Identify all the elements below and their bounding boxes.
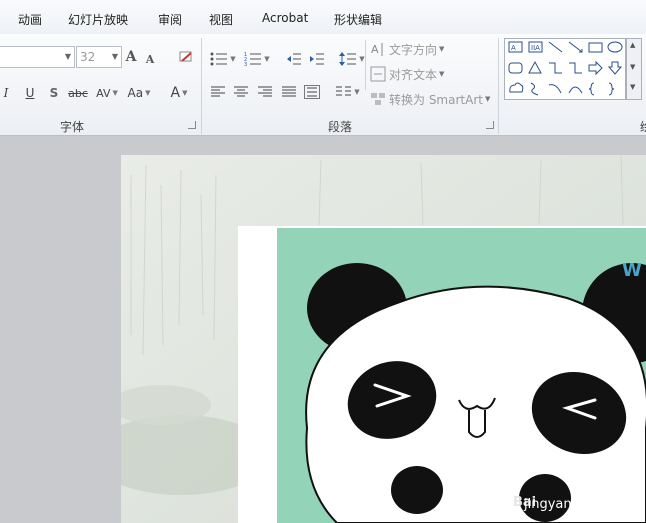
align-left-icon (211, 86, 225, 97)
shapes-gallery[interactable]: A IIA (504, 38, 626, 100)
chevron-down-icon: ▼ (439, 45, 445, 53)
change-case-label: Aa (127, 86, 144, 100)
line-spacing-icon (339, 52, 357, 66)
svg-text:W: W (622, 260, 642, 281)
ribbon-tab-bar: 动画 幻灯片放映 审阅 视图 Acrobat 形状编辑 (0, 0, 646, 35)
font-group-label: 字体 (60, 120, 85, 134)
outdent-icon (287, 53, 301, 65)
eraser-icon (179, 51, 192, 62)
svg-text:A: A (511, 44, 516, 52)
justify-button[interactable] (280, 82, 298, 102)
increase-indent-button[interactable] (307, 49, 327, 69)
justify-icon (282, 86, 296, 97)
align-center-button[interactable] (232, 82, 250, 102)
svg-text:IIA: IIA (531, 44, 540, 52)
numbering-button[interactable]: 123 ▼ (243, 49, 271, 69)
smartart-icon (371, 93, 385, 105)
align-right-icon (258, 86, 272, 97)
align-right-button[interactable] (256, 82, 274, 102)
distribute-button[interactable] (303, 82, 321, 102)
align-text-icon (370, 66, 386, 82)
tab-review[interactable]: 审阅 (158, 11, 182, 28)
text-direction-label: 文字方向 (389, 42, 438, 57)
inner-separator (365, 40, 366, 90)
shrink-font-button[interactable]: A (142, 49, 158, 69)
group-separator (498, 38, 499, 134)
shadow-button[interactable]: S (46, 83, 62, 103)
line-spacing-button[interactable]: ▼ (338, 49, 366, 69)
bullet-list-icon (210, 52, 228, 66)
chevron-down-icon: ▼ (354, 88, 360, 96)
shapes-gallery-grid: A IIA (508, 41, 623, 96)
convert-smartart-label: 转换为 SmartArt (389, 92, 483, 107)
tab-view[interactable]: 视图 (209, 11, 233, 28)
font-size-value: 32 (80, 50, 96, 64)
text-direction-icon: A (371, 43, 383, 56)
svg-text:A: A (371, 43, 379, 56)
chevron-down-icon: ▼ (439, 70, 445, 78)
align-text-button[interactable]: 对齐文本 ▼ (370, 65, 444, 83)
convert-smartart-button[interactable]: 转换为 SmartArt ▼ (370, 90, 490, 108)
strikethrough-button[interactable]: abc (66, 83, 90, 103)
font-color-button[interactable]: A ▼ (166, 83, 192, 103)
underline-button[interactable]: U (22, 83, 38, 103)
paragraph-group-label: 段落 (328, 120, 353, 134)
change-case-button[interactable]: Aa ▼ (124, 83, 154, 103)
drawing-group-label: 绘 (640, 118, 646, 135)
chevron-down-icon: ▼ (359, 55, 365, 63)
font-color-label: A (170, 85, 181, 101)
decrease-indent-button[interactable] (284, 49, 304, 69)
shapes-gallery-scrollbar[interactable]: ▲ ▼ ▼ (626, 38, 642, 100)
chevron-down-icon: ▼ (64, 52, 71, 61)
watermark-text: jingyan.baidu.com (524, 497, 644, 512)
gallery-more-icon[interactable]: ▼ (630, 83, 635, 91)
char-spacing-label: AV (96, 86, 111, 100)
chevron-down-icon: ▼ (230, 55, 236, 63)
font-name-combobox[interactable]: ▼ (0, 46, 75, 68)
align-text-label: 对齐文本 (389, 67, 438, 82)
align-center-icon (234, 86, 248, 97)
panda-illustration: W (305, 260, 646, 523)
tab-acrobat[interactable]: Acrobat (262, 11, 308, 25)
chevron-down-icon: ▼ (112, 89, 118, 97)
chevron-down-icon: ▼ (182, 89, 188, 97)
watermark-url: jingyan.baidu.com (524, 497, 644, 512)
clear-format-icon[interactable] (176, 47, 196, 67)
indent-icon (310, 53, 324, 65)
columns-icon (336, 86, 352, 96)
tab-shape-edit[interactable]: 形状编辑 (334, 11, 382, 28)
chevron-down-icon: ▼ (111, 52, 118, 61)
tab-animations[interactable]: 动画 (18, 11, 42, 28)
dialog-launcher-icon[interactable] (486, 121, 494, 129)
char-spacing-button[interactable]: AV ▼ (94, 83, 120, 103)
columns-button[interactable]: ▼ (334, 82, 362, 102)
panda-picture[interactable]: W (277, 228, 646, 523)
svg-text:3: 3 (244, 62, 247, 66)
group-separator (201, 38, 202, 134)
numbered-list-icon: 123 (244, 52, 262, 66)
scroll-down-icon[interactable]: ▼ (630, 63, 635, 71)
distribute-icon (304, 85, 320, 99)
text-direction-button[interactable]: A 文字方向 ▼ (370, 40, 444, 58)
align-left-button[interactable] (209, 82, 227, 102)
chevron-down-icon: ▼ (264, 55, 270, 63)
chevron-down-icon: ▼ (484, 95, 491, 103)
bullets-button[interactable]: ▼ (209, 49, 237, 69)
scroll-up-icon[interactable]: ▲ (630, 41, 635, 49)
dialog-launcher-icon[interactable] (188, 121, 196, 129)
tab-slideshow[interactable]: 幻灯片放映 (68, 11, 128, 28)
font-size-combobox[interactable]: 32 ▼ (76, 46, 122, 68)
grow-font-button[interactable]: A (122, 47, 140, 67)
italic-button[interactable]: I (0, 83, 12, 103)
chevron-down-icon: ▼ (145, 89, 151, 97)
